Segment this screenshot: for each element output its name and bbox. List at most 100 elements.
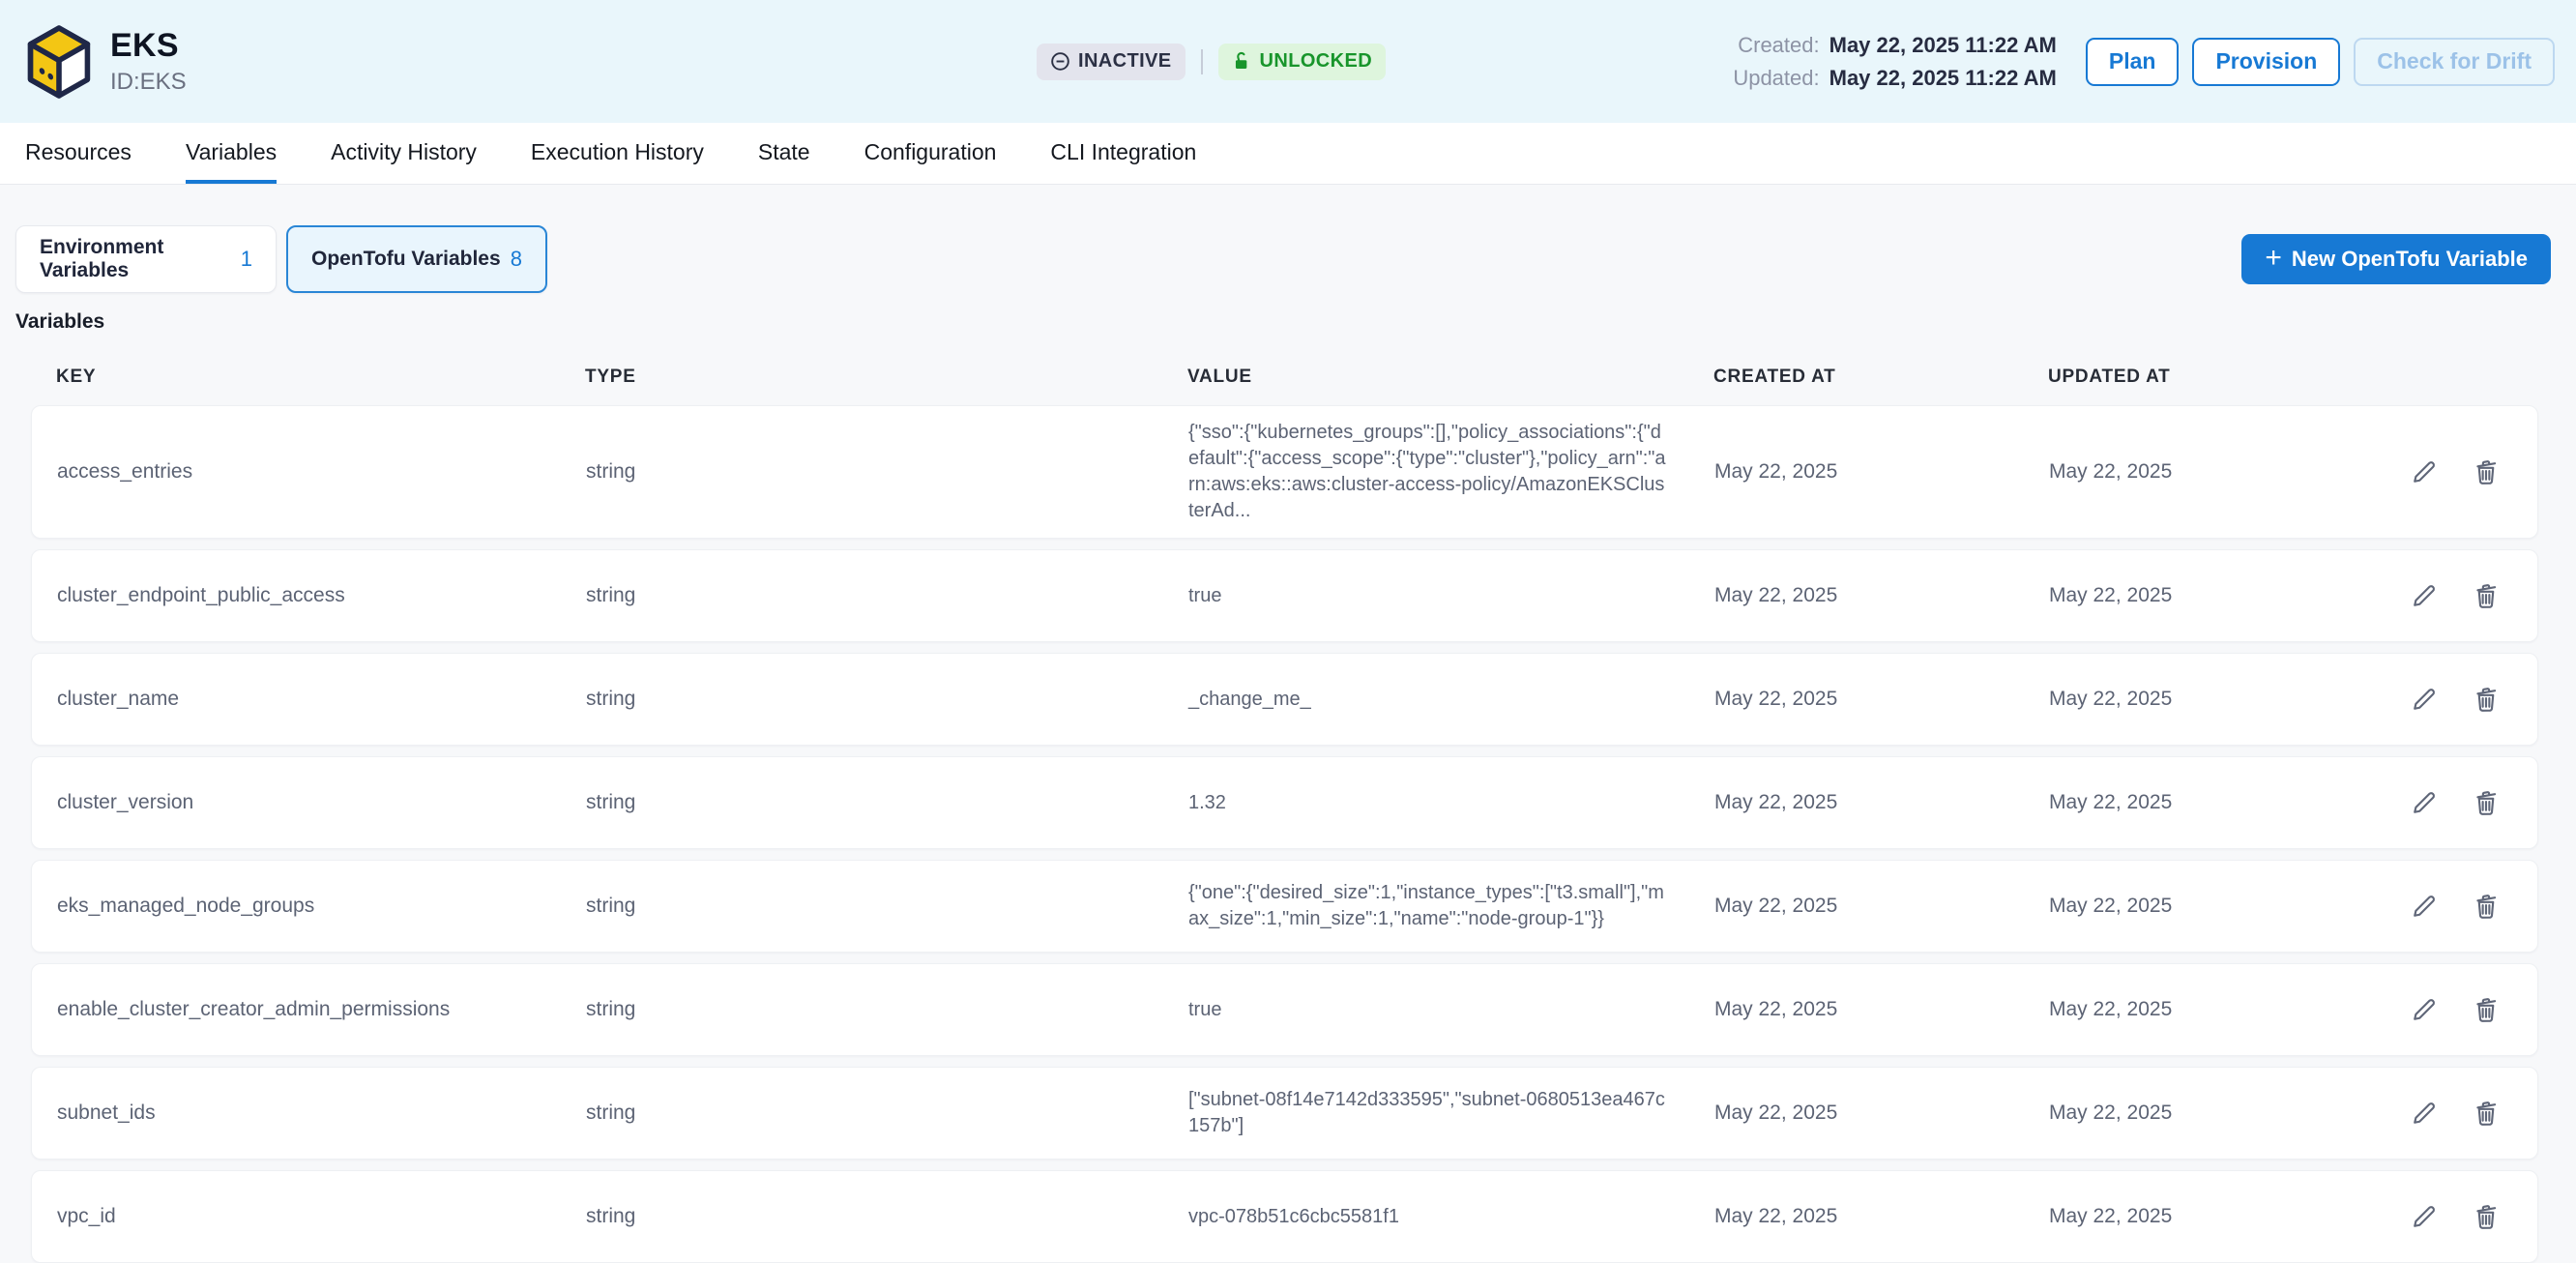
tab-resources[interactable]: Resources bbox=[25, 123, 132, 184]
delete-variable-button[interactable] bbox=[2472, 457, 2501, 486]
variable-updated-at: May 22, 2025 bbox=[2024, 1101, 2327, 1125]
variable-updated-at: May 22, 2025 bbox=[2024, 584, 2327, 607]
delete-variable-button[interactable] bbox=[2472, 581, 2501, 610]
variable-key: cluster_name bbox=[32, 688, 561, 711]
edit-variable-button[interactable] bbox=[2410, 995, 2439, 1024]
trash-icon bbox=[2472, 581, 2501, 610]
trash-icon bbox=[2472, 788, 2501, 817]
delete-variable-button[interactable] bbox=[2472, 685, 2501, 714]
plan-button[interactable]: Plan bbox=[2086, 38, 2180, 86]
created-label: Created: bbox=[1728, 33, 1820, 58]
badge-divider bbox=[1201, 49, 1203, 74]
variable-key: subnet_ids bbox=[32, 1101, 561, 1125]
variable-type: string bbox=[561, 791, 1163, 814]
status-badge: INACTIVE bbox=[1037, 44, 1186, 80]
table-row: cluster_name string _change_me_ May 22, … bbox=[31, 653, 2538, 746]
variable-key: cluster_endpoint_public_access bbox=[32, 584, 561, 607]
pencil-icon bbox=[2410, 892, 2439, 921]
variable-created-at: May 22, 2025 bbox=[1689, 1101, 2024, 1125]
column-header-type: TYPE bbox=[560, 367, 1162, 388]
variable-type: string bbox=[561, 460, 1163, 484]
trash-icon bbox=[2472, 1202, 2501, 1231]
edit-variable-button[interactable] bbox=[2410, 685, 2439, 714]
created-value: May 22, 2025 11:22 AM bbox=[1830, 33, 2057, 58]
variable-created-at: May 22, 2025 bbox=[1689, 688, 2024, 711]
delete-variable-button[interactable] bbox=[2472, 1202, 2501, 1231]
table-row: enable_cluster_creator_admin_permissions… bbox=[31, 963, 2538, 1056]
variable-key: enable_cluster_creator_admin_permissions bbox=[32, 998, 561, 1021]
variable-value: {"sso":{"kubernetes_groups":[],"policy_a… bbox=[1163, 420, 1689, 524]
stack-id: ID:EKS bbox=[110, 69, 187, 96]
variable-value: ["subnet-08f14e7142d333595","subnet-0680… bbox=[1163, 1087, 1689, 1139]
tab-variables[interactable]: Variables bbox=[186, 123, 277, 184]
new-opentofu-variable-button[interactable]: + New OpenTofu Variable bbox=[2241, 234, 2551, 284]
filter-environment-variables[interactable]: Environment Variables1 bbox=[15, 225, 277, 293]
variable-value: true bbox=[1163, 583, 1689, 609]
table-header-row: KEY TYPE VALUE CREATED AT UPDATED AT bbox=[31, 334, 2538, 405]
tab-execution-history[interactable]: Execution History bbox=[531, 123, 704, 184]
app-logo-cube-icon bbox=[25, 24, 93, 100]
variable-created-at: May 22, 2025 bbox=[1689, 791, 2024, 814]
filter-opentofu-variables[interactable]: OpenTofu Variables8 bbox=[286, 225, 547, 293]
tab-activity-history[interactable]: Activity History bbox=[331, 123, 477, 184]
pencil-icon bbox=[2410, 581, 2439, 610]
variable-updated-at: May 22, 2025 bbox=[2024, 460, 2327, 484]
edit-variable-button[interactable] bbox=[2410, 788, 2439, 817]
variable-type: string bbox=[561, 584, 1163, 607]
delete-variable-button[interactable] bbox=[2472, 995, 2501, 1024]
variable-key: cluster_version bbox=[32, 791, 561, 814]
edit-variable-button[interactable] bbox=[2410, 892, 2439, 921]
variable-type-filters: Environment Variables1OpenTofu Variables… bbox=[15, 225, 547, 293]
variable-type: string bbox=[561, 895, 1163, 918]
table-row: subnet_ids string ["subnet-08f14e7142d33… bbox=[31, 1067, 2538, 1160]
column-header-key: KEY bbox=[31, 367, 560, 388]
variable-key: eks_managed_node_groups bbox=[32, 895, 561, 918]
tab-cli-integration[interactable]: CLI Integration bbox=[1050, 123, 1196, 184]
plus-icon: + bbox=[2265, 244, 2282, 273]
variable-created-at: May 22, 2025 bbox=[1689, 460, 2024, 484]
provision-button[interactable]: Provision bbox=[2192, 38, 2340, 86]
trash-icon bbox=[2472, 892, 2501, 921]
check-for-drift-button[interactable]: Check for Drift bbox=[2354, 38, 2555, 86]
edit-variable-button[interactable] bbox=[2410, 457, 2439, 486]
edit-variable-button[interactable] bbox=[2410, 1202, 2439, 1231]
variables-page: Environment Variables1OpenTofu Variables… bbox=[0, 185, 2576, 1263]
trash-icon bbox=[2472, 457, 2501, 486]
page-title: EKS bbox=[110, 27, 187, 65]
variable-value: vpc-078b51c6cbc5581f1 bbox=[1163, 1204, 1689, 1230]
variable-key: vpc_id bbox=[32, 1205, 561, 1228]
trash-icon bbox=[2472, 685, 2501, 714]
delete-variable-button[interactable] bbox=[2472, 1099, 2501, 1128]
edit-variable-button[interactable] bbox=[2410, 581, 2439, 610]
pencil-icon bbox=[2410, 1099, 2439, 1128]
variable-type: string bbox=[561, 998, 1163, 1021]
variable-type: string bbox=[561, 1205, 1163, 1228]
pencil-icon bbox=[2410, 1202, 2439, 1231]
delete-variable-button[interactable] bbox=[2472, 788, 2501, 817]
variable-updated-at: May 22, 2025 bbox=[2024, 1205, 2327, 1228]
tab-state[interactable]: State bbox=[758, 123, 810, 184]
variable-created-at: May 22, 2025 bbox=[1689, 895, 2024, 918]
pencil-icon bbox=[2410, 995, 2439, 1024]
lock-status-badge: UNLOCKED bbox=[1218, 44, 1387, 80]
filter-count: 1 bbox=[241, 247, 252, 272]
app-header: EKS ID:EKS INACTIVE UNLOCKED bbox=[0, 0, 2576, 123]
variables-table: KEY TYPE VALUE CREATED AT UPDATED AT acc… bbox=[31, 334, 2538, 1263]
filter-count: 8 bbox=[511, 247, 522, 272]
pencil-icon bbox=[2410, 685, 2439, 714]
status-badges: INACTIVE UNLOCKED bbox=[1037, 44, 1386, 80]
delete-variable-button[interactable] bbox=[2472, 892, 2501, 921]
timestamps: Created: May 22, 2025 11:22 AM Updated: … bbox=[1728, 33, 2057, 91]
edit-variable-button[interactable] bbox=[2410, 1099, 2439, 1128]
table-row: eks_managed_node_groups string {"one":{"… bbox=[31, 860, 2538, 953]
table-row: vpc_id string vpc-078b51c6cbc5581f1 May … bbox=[31, 1170, 2538, 1263]
section-title: Variables bbox=[15, 310, 2576, 334]
table-row: cluster_version string 1.32 May 22, 2025… bbox=[31, 756, 2538, 849]
tab-configuration[interactable]: Configuration bbox=[864, 123, 997, 184]
variable-created-at: May 22, 2025 bbox=[1689, 1205, 2024, 1228]
table-row: access_entries string {"sso":{"kubernete… bbox=[31, 405, 2538, 539]
tab-bar: Resources Variables Activity History Execut… bbox=[0, 123, 2576, 185]
updated-value: May 22, 2025 11:22 AM bbox=[1830, 66, 2057, 91]
variable-type: string bbox=[561, 688, 1163, 711]
filter-label: Environment Variables bbox=[40, 236, 241, 282]
